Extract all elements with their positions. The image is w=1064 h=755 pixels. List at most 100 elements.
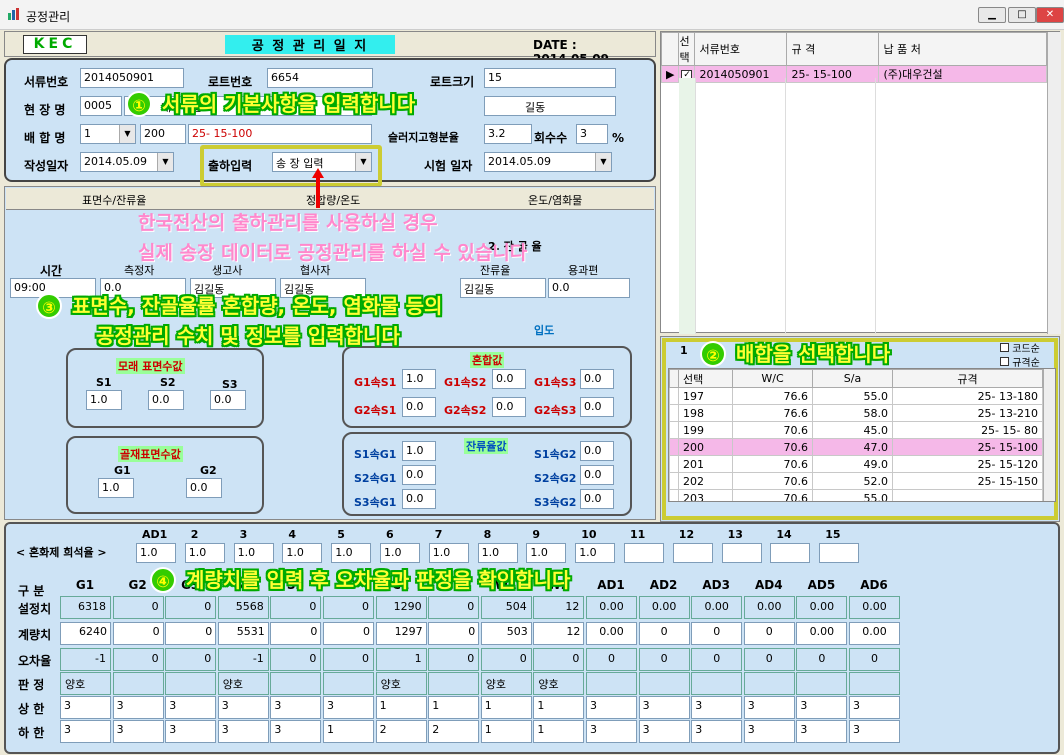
lower-cell-w1[interactable]: 1 — [480, 720, 532, 743]
doc-col-select[interactable]: 선택 — [678, 32, 696, 66]
admix-field-1[interactable]: 1.0 — [136, 543, 176, 563]
mix-no-field[interactable]: 200 — [140, 124, 186, 144]
lower-cell-c1[interactable]: 2 — [375, 720, 427, 743]
lower-cell-ad5[interactable]: 3 — [796, 720, 848, 743]
mix-col-select[interactable]: 선택 — [678, 369, 733, 388]
meas-cell-ad5[interactable]: 0.00 — [796, 622, 848, 645]
upper-cell-g2[interactable]: 3 — [112, 696, 164, 719]
upper-cell-ad3[interactable]: 3 — [691, 696, 743, 719]
upper-cell-w1[interactable]: 1 — [480, 696, 532, 719]
meas-cell-ad4[interactable]: 0 — [743, 622, 795, 645]
meas-cell-ad6[interactable]: 0.00 — [849, 622, 900, 645]
lower-cell-c2[interactable]: 2 — [428, 720, 480, 743]
s3g1-field[interactable]: 0.0 — [402, 489, 436, 509]
admix-field-13[interactable] — [721, 543, 762, 563]
minimize-button[interactable]: ▁ — [978, 7, 1006, 23]
admix-field-10[interactable]: 1.0 — [575, 543, 616, 563]
admix-field-3[interactable]: 1.0 — [233, 543, 274, 563]
mix-col-spec[interactable]: 규격 — [892, 369, 1043, 388]
tab-surface[interactable]: 표면수/잔류율 — [82, 192, 146, 208]
upper-cell-g3[interactable]: 3 — [165, 696, 217, 719]
doc-col-no[interactable]: 서류번호 — [694, 32, 788, 66]
s1-field[interactable]: 1.0 — [86, 390, 122, 410]
upper-cell-c1[interactable]: 1 — [375, 696, 427, 719]
maximize-button[interactable]: □ — [1008, 7, 1036, 23]
meas-cell-ad1[interactable]: 0.00 — [586, 622, 637, 645]
sort-spec-option[interactable]: 규격순 — [1000, 354, 1040, 369]
upper-cell-ad5[interactable]: 3 — [796, 696, 848, 719]
g2s2-field[interactable]: 0.0 — [492, 397, 526, 417]
meas-cell-w2[interactable]: 12 — [533, 622, 585, 645]
meas-cell-s1[interactable]: 5531 — [217, 622, 269, 645]
admix-field-6[interactable]: 1.0 — [380, 543, 420, 563]
site-code-field[interactable]: 0005 — [80, 96, 122, 116]
table-row[interactable]: 198 76.6 58.0 25- 13-210 — [669, 404, 1043, 422]
table-row[interactable]: 202 70.6 52.0 25- 15-150 — [669, 472, 1043, 490]
table-row[interactable]: 199 70.6 45.0 25- 15- 80 — [669, 421, 1043, 439]
meas-cell-c2[interactable]: 0 — [428, 622, 480, 645]
sort-code-option[interactable]: 코드순 — [1000, 340, 1040, 355]
s2-field[interactable]: 0.0 — [148, 390, 184, 410]
upper-cell-s3[interactable]: 3 — [323, 696, 374, 719]
mix-spec-field[interactable]: 25- 15-100 — [188, 124, 372, 144]
table-row[interactable]: 203 70.6 55.0 — [669, 489, 1043, 501]
lower-cell-g3[interactable]: 3 — [165, 720, 217, 743]
lower-cell-ad4[interactable]: 3 — [743, 720, 795, 743]
admix-field-5[interactable]: 1.0 — [331, 543, 372, 563]
table-row[interactable]: 201 70.6 49.0 25- 15-120 — [669, 455, 1043, 473]
g1-field[interactable]: 1.0 — [98, 478, 134, 498]
meas-cell-g3[interactable]: 0 — [165, 622, 217, 645]
admix-field-9[interactable]: 1.0 — [526, 543, 567, 563]
admix-field-12[interactable] — [672, 543, 713, 563]
g1s2-field[interactable]: 0.0 — [492, 369, 526, 389]
mix-list-scrollbar[interactable] — [1043, 369, 1055, 501]
test-date-combo[interactable]: 2014.05.09 ▼ — [484, 152, 612, 172]
lower-cell-ad2[interactable]: 3 — [638, 720, 690, 743]
upper-cell-ad1[interactable]: 3 — [586, 696, 637, 719]
admix-field-14[interactable] — [770, 543, 811, 563]
upper-cell-ad4[interactable]: 3 — [743, 696, 795, 719]
lower-cell-g2[interactable]: 3 — [112, 720, 164, 743]
upper-cell-s2[interactable]: 3 — [270, 696, 322, 719]
s3g2-field[interactable]: 0.0 — [580, 489, 614, 509]
doc-list-scrollbar[interactable] — [1047, 32, 1061, 334]
g2s1-field[interactable]: 0.0 — [402, 397, 436, 417]
lower-cell-s2[interactable]: 3 — [270, 720, 322, 743]
measure-v5[interactable]: 김길동 — [460, 278, 546, 298]
table-row[interactable]: 197 76.6 55.0 25- 13-180 — [669, 387, 1043, 405]
admix-field-11[interactable] — [624, 543, 664, 563]
meas-cell-c1[interactable]: 1297 — [375, 622, 427, 645]
meas-cell-s3[interactable]: 0 — [323, 622, 374, 645]
lower-cell-s1[interactable]: 3 — [217, 720, 269, 743]
lower-cell-g1[interactable]: 3 — [60, 720, 111, 743]
s2g1-field[interactable]: 0.0 — [402, 465, 436, 485]
g1s1-field[interactable]: 1.0 — [402, 369, 436, 389]
mix-col-sa[interactable]: S/a — [812, 369, 893, 388]
meas-cell-s2[interactable]: 0 — [270, 622, 322, 645]
doc-col-client[interactable]: 납 품 처 — [878, 32, 1047, 66]
upper-cell-w2[interactable]: 1 — [533, 696, 585, 719]
s2g2-field[interactable]: 0.0 — [580, 465, 614, 485]
lower-cell-w2[interactable]: 1 — [533, 720, 585, 743]
admix-field-4[interactable]: 1.0 — [282, 543, 323, 563]
lower-cell-s3[interactable]: 1 — [323, 720, 374, 743]
g1s3-field[interactable]: 0.0 — [580, 369, 614, 389]
s3-field[interactable]: 0.0 — [210, 390, 246, 410]
upper-cell-ad6[interactable]: 3 — [849, 696, 900, 719]
s1g2-field[interactable]: 0.0 — [580, 441, 614, 461]
slurry-field[interactable]: 3.2 — [484, 124, 532, 144]
site-addr-field[interactable]: 길동 — [484, 96, 616, 116]
admix-field-8[interactable]: 1.0 — [477, 543, 518, 563]
meas-cell-w1[interactable]: 503 — [480, 622, 532, 645]
upper-cell-c2[interactable]: 1 — [428, 696, 480, 719]
meas-cell-ad3[interactable]: 0 — [691, 622, 743, 645]
lot-no-field[interactable]: 6654 — [267, 68, 373, 88]
lower-cell-ad6[interactable]: 3 — [849, 720, 900, 743]
admix-field-7[interactable]: 1.0 — [428, 543, 469, 563]
doc-col-spec[interactable]: 규 격 — [786, 32, 880, 66]
written-date-combo[interactable]: 2014.05.09 ▼ — [80, 152, 174, 172]
lot-size-field[interactable]: 15 — [484, 68, 616, 88]
upper-cell-g1[interactable]: 3 — [60, 696, 111, 719]
lower-cell-ad1[interactable]: 3 — [586, 720, 637, 743]
meas-cell-g1[interactable]: 6240 — [60, 622, 111, 645]
